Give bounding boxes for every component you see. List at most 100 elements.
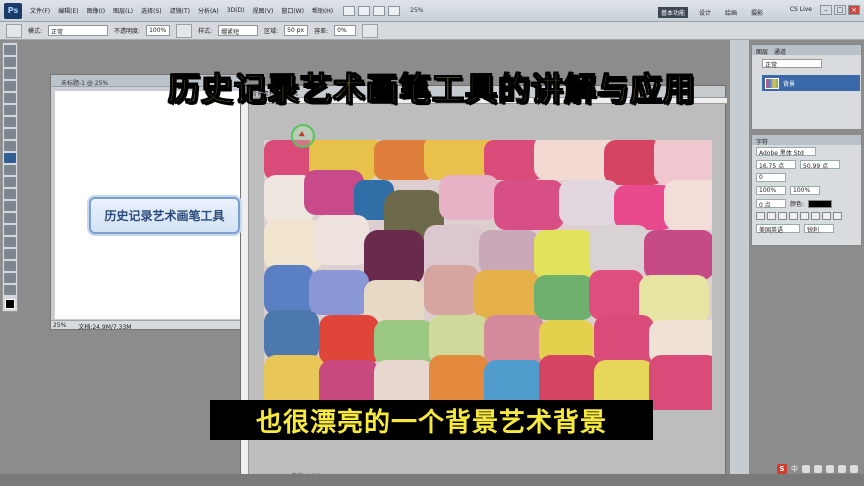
extras-icon[interactable] [373,5,386,16]
zoom-tool-icon[interactable] [4,285,16,295]
superscript-button[interactable] [800,212,809,220]
clone-stamp-tool-icon[interactable] [4,141,16,151]
mode-select[interactable]: 正常 [48,25,109,36]
faux-bold-button[interactable] [756,212,765,220]
video-title: 历史记录艺术画笔工具的讲解与应用 [167,69,696,108]
mind-map-node[interactable]: 历史记录艺术画笔工具 [89,197,240,234]
hand-tool-icon[interactable] [4,273,16,283]
style-label: 样式: [198,28,213,35]
menu-file[interactable]: 文件(F) [30,6,50,15]
leading-field[interactable]: 50.99 点 [800,160,840,170]
settings-icon[interactable] [850,465,858,473]
view-extras [343,5,401,17]
pen-tool-icon[interactable] [4,213,16,223]
character-panel-header: 字符 [752,135,861,146]
dodge-tool-icon[interactable] [4,201,16,211]
minibridge-icon[interactable] [358,5,371,16]
underline-button[interactable] [822,212,831,220]
tablet-pressure-icon[interactable] [362,23,379,38]
zoom-level[interactable]: 25% [410,7,423,14]
tracking-row: 0 [752,171,861,184]
gradient-tool-icon[interactable] [4,177,16,187]
style-select[interactable]: 绷紧短 [218,25,259,36]
menu-image[interactable]: 图像(I) [87,6,105,15]
faux-italic-button[interactable] [767,212,776,220]
close-icon[interactable]: × [848,5,860,15]
punctuation-icon[interactable] [814,465,822,473]
mind-map-node-label: 历史记录艺术画笔工具 [104,209,225,223]
subtitle-text: 也很漂亮的一个背景艺术背景 [255,407,607,438]
keyboard-icon[interactable] [838,465,846,473]
workspace-design[interactable]: 设计 [696,7,714,18]
menu-layer[interactable]: 图层(L) [113,6,133,15]
taskbar [0,474,864,486]
workspace-painting[interactable]: 绘画 [722,7,740,18]
language-select[interactable]: 美国英语 [756,224,800,234]
tab-channels[interactable]: 通道 [774,47,786,56]
antialias-select[interactable]: 锐利 [804,224,834,234]
cs-live[interactable]: CS Live [790,6,812,13]
menu-window[interactable]: 窗口(W) [281,6,304,15]
photoshop-window: Ps 文件(F) 编辑(E) 图像(I) 图层(L) 选择(S) 滤镜(T) 分… [0,0,864,486]
tab-character[interactable]: 字符 [756,137,768,146]
layers-panel-header: 图层 通道 [752,45,861,56]
zoom-readout[interactable]: 25% [53,322,66,329]
subtitle-box: 也很漂亮的一个背景艺术背景 [210,400,653,440]
minimize-icon[interactable]: – [820,5,832,15]
history-art-brush-tool-icon[interactable] [4,153,16,163]
blur-tool-icon[interactable] [4,189,16,199]
eraser-tool-icon[interactable] [4,165,16,175]
path-select-tool-icon[interactable] [4,237,16,247]
menu-filter[interactable]: 滤镜(T) [170,6,190,15]
baseline-shift-field[interactable]: 0 点 [756,199,786,209]
hand-tool-icon[interactable] [388,5,401,16]
subscript-button[interactable] [811,212,820,220]
maximize-icon[interactable]: □ [834,5,846,15]
text-color-swatch[interactable] [808,199,833,208]
workspace-switcher: 基本功能 设计 绘画 摄影 [657,7,766,18]
foreground-color-swatch[interactable] [5,299,15,309]
opacity-field[interactable]: 100% [146,25,171,36]
tolerance-label: 容差: [314,28,329,35]
type-tool-icon[interactable] [4,225,16,235]
scale-row: 100% 100% [752,184,861,197]
small-caps-button[interactable] [789,212,798,220]
font-size-field[interactable]: 16.75 点 [756,160,796,170]
area-field[interactable]: 50 px [284,25,309,36]
menu-analysis[interactable]: 分析(A) [198,6,219,15]
workspace-photography[interactable]: 摄影 [748,7,766,18]
bridge-icon[interactable] [343,5,356,16]
vertical-scale-field[interactable]: 100% [756,186,786,195]
options-bar: 模式: 正常 不透明度: 100% 样式: 绷紧短 区域: 50 px 容差: … [0,22,864,40]
moon-icon[interactable] [802,465,810,473]
document-status-left: 25% 文档:24.9M/7.33M [51,320,245,331]
shape-tool-icon[interactable] [4,249,16,259]
workspace-essentials[interactable]: 基本功能 [657,7,688,18]
horizontal-scale-field[interactable]: 100% [790,186,820,195]
menu-view[interactable]: 视图(V) [253,6,274,15]
tracking-field[interactable]: 0 [756,173,786,182]
painting-strokes [264,140,712,410]
menu-bar: Ps 文件(F) 编辑(E) 图像(I) 图层(L) 选择(S) 滤镜(T) 分… [0,0,864,22]
pressure-icon[interactable] [176,23,193,38]
brush-tool-icon[interactable] [4,129,16,139]
empty-panel-area [751,248,862,476]
font-family-select[interactable]: Adobe 黑体 Std [756,147,816,157]
ime-indicator[interactable]: 中 [791,464,798,474]
menu-help[interactable]: 帮助(H) [312,6,333,15]
3d-rotate-tool-icon[interactable] [4,261,16,271]
menu-edit[interactable]: 编辑(E) [58,6,78,15]
sogou-logo-icon[interactable]: S [777,464,787,474]
move-tool-icon[interactable] [4,45,16,55]
tolerance-field[interactable]: 0% [334,25,357,36]
ps-logo: Ps [4,2,22,19]
art-brush-painting[interactable] [264,140,712,410]
all-caps-button[interactable] [778,212,787,220]
menu-3d[interactable]: 3D(D) [227,7,245,14]
menu-select[interactable]: 选择(S) [141,6,162,15]
brush-preset-icon[interactable] [6,23,22,38]
strikethrough-button[interactable] [833,212,842,220]
mic-icon[interactable] [826,465,834,473]
healing-tool-icon[interactable] [4,117,16,127]
tab-layers[interactable]: 图层 [756,47,768,56]
